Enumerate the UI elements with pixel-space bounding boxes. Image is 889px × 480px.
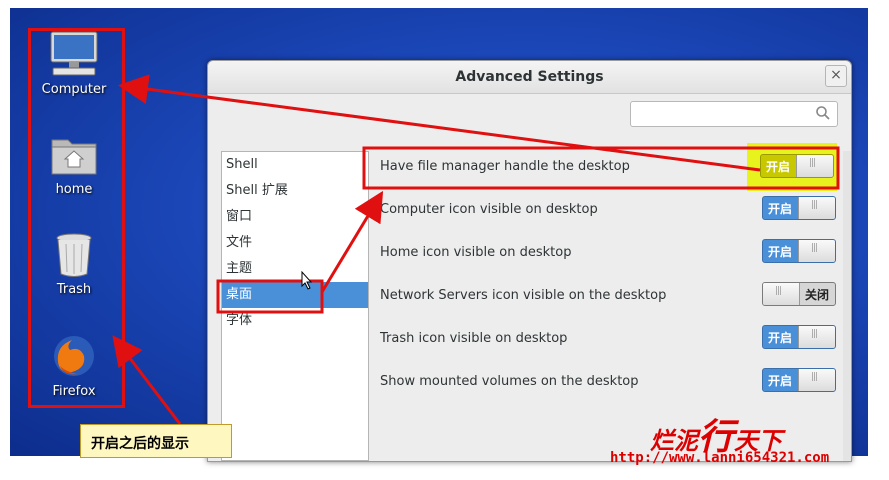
settings-scrollbar[interactable]	[843, 151, 851, 461]
callout-label: 开启之后的显示	[80, 424, 232, 458]
watermark-url: http://www.lanni654321.com	[610, 450, 830, 466]
toggle-knob	[798, 326, 835, 348]
search-input[interactable]	[630, 101, 838, 127]
window-titlebar[interactable]: Advanced Settings ×	[208, 61, 851, 94]
sidebar-item-theme[interactable]: 主题	[222, 256, 368, 282]
category-sidebar: Shell Shell 扩展 窗口 文件 主题 桌面 字体	[221, 151, 369, 461]
toggle-knob	[798, 369, 835, 391]
home-icon-toggle[interactable]: 开启	[762, 239, 836, 263]
setting-row-home-icon: Home icon visible on desktop 开启	[378, 237, 840, 280]
toggle-state: 开启	[766, 160, 791, 174]
trash-icon-toggle[interactable]: 开启	[762, 325, 836, 349]
setting-row-trash-icon: Trash icon visible on desktop 开启	[378, 323, 840, 366]
toggle-state: 关闭	[804, 288, 829, 302]
setting-label: Have file manager handle the desktop	[380, 159, 630, 174]
setting-label: Network Servers icon visible on the desk…	[380, 288, 667, 303]
icons-highlight-box	[28, 28, 125, 408]
setting-label: Show mounted volumes on the desktop	[380, 374, 639, 389]
toggle-knob	[763, 283, 800, 305]
close-button[interactable]: ×	[825, 65, 847, 87]
toggle-knob	[798, 240, 835, 262]
toggle-knob	[796, 155, 833, 177]
sidebar-item-windows[interactable]: 窗口	[222, 204, 368, 230]
sidebar-item-desktop[interactable]: 桌面	[222, 282, 368, 308]
setting-label: Trash icon visible on desktop	[380, 331, 568, 346]
setting-row-computer-icon: Computer icon visible on desktop 开启	[378, 194, 840, 237]
sidebar-item-files[interactable]: 文件	[222, 230, 368, 256]
toggle-knob	[798, 197, 835, 219]
computer-icon-toggle[interactable]: 开启	[762, 196, 836, 220]
network-servers-icon-toggle[interactable]: 关闭	[762, 282, 836, 306]
setting-row-network-servers-icon: Network Servers icon visible on the desk…	[378, 280, 840, 323]
toggle-state: 开启	[768, 331, 793, 345]
toggle-state: 开启	[768, 245, 793, 259]
toggle-state: 开启	[768, 374, 793, 388]
window-title: Advanced Settings	[455, 69, 604, 85]
search-icon	[816, 106, 830, 120]
advanced-settings-window: Advanced Settings × Shell Shell 扩展 窗口 文件…	[207, 60, 852, 462]
sidebar-item-shell[interactable]: Shell	[222, 152, 368, 178]
sidebar-item-shell-extensions[interactable]: Shell 扩展	[222, 178, 368, 204]
setting-label: Home icon visible on desktop	[380, 245, 572, 260]
toggle-state: 开启	[768, 202, 793, 216]
setting-label: Computer icon visible on desktop	[380, 202, 598, 217]
file-manager-desktop-toggle[interactable]: 开启	[760, 154, 834, 178]
setting-row-mounted-volumes: Show mounted volumes on the desktop 开启	[378, 366, 840, 409]
sidebar-item-fonts[interactable]: 字体	[222, 308, 368, 334]
mounted-volumes-toggle[interactable]: 开启	[762, 368, 836, 392]
